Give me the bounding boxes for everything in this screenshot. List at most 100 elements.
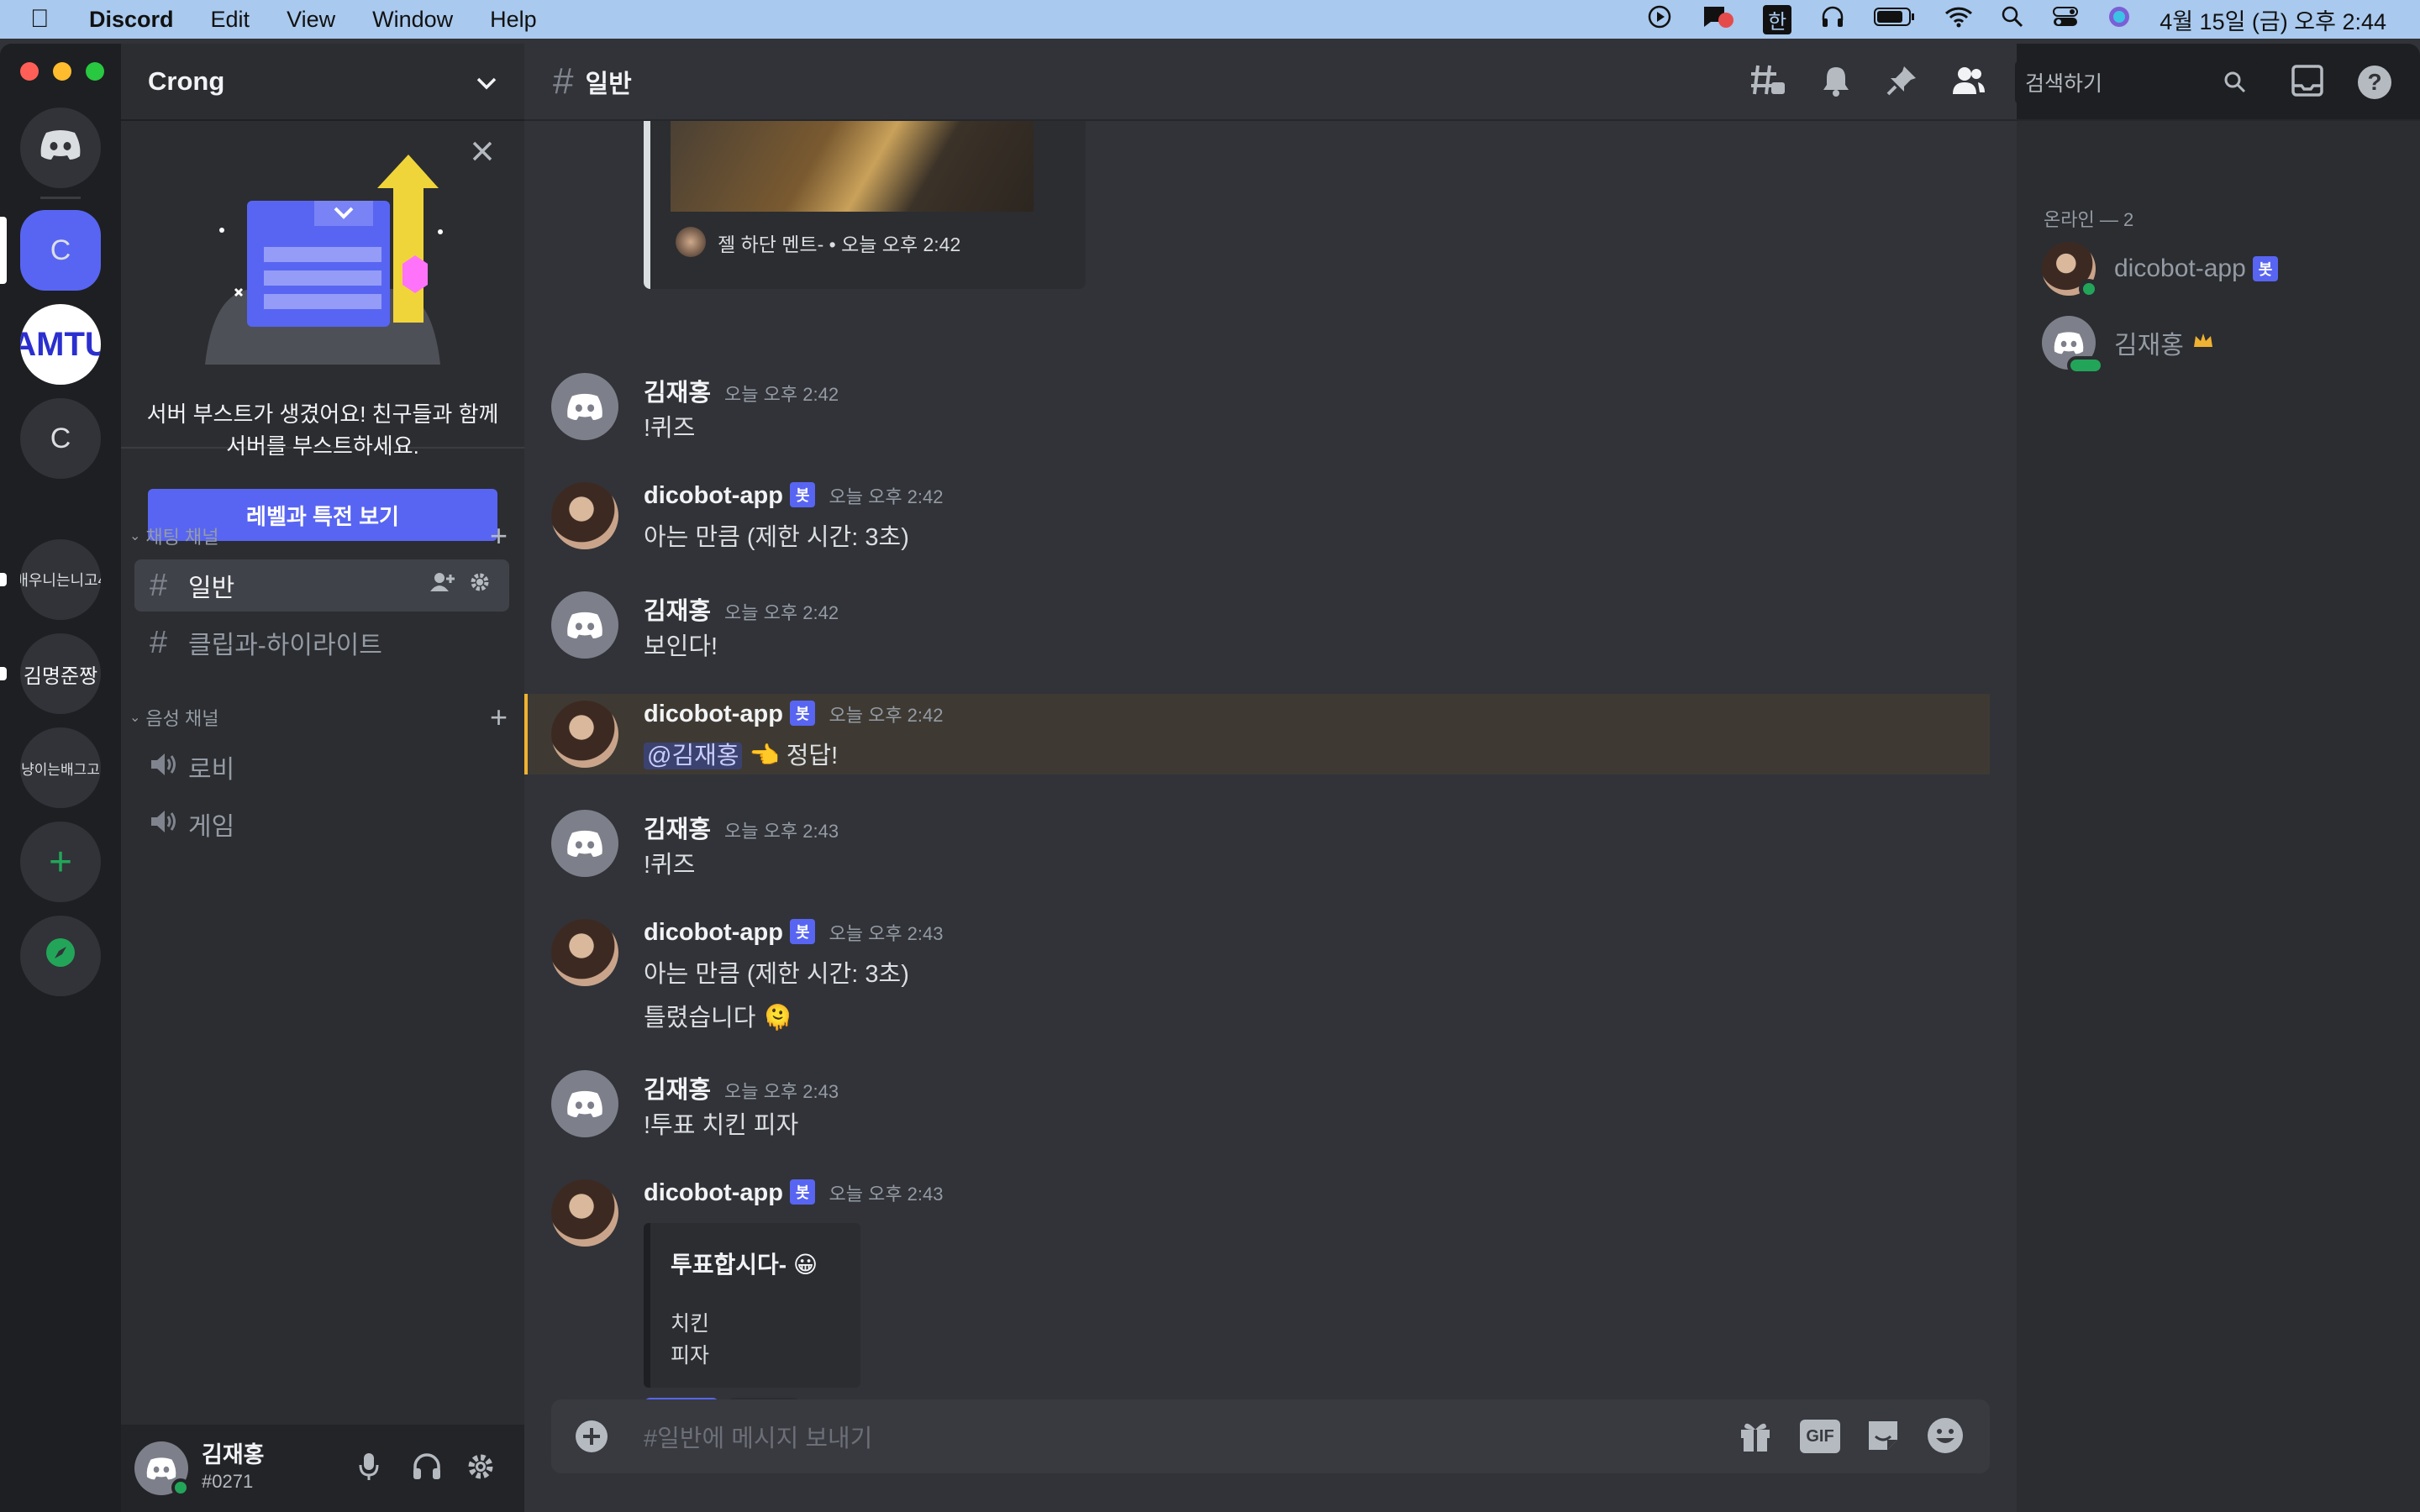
discord-window: C AMTU C 배우니는니고4 김명준짱 냥이는배그고 + Cron: [0, 44, 2420, 1512]
play-status-icon[interactable]: [1647, 4, 1672, 35]
avatar[interactable]: [551, 919, 618, 986]
server-icon-crong[interactable]: C: [20, 210, 101, 291]
channel-title: 일반: [585, 71, 632, 98]
sticker-icon[interactable]: [1865, 1418, 1901, 1457]
zoom-window-button[interactable]: [86, 62, 104, 81]
gift-icon[interactable]: [1738, 1418, 1773, 1457]
online-status-icon: [2079, 279, 2099, 299]
help-icon[interactable]: ?: [2356, 64, 2393, 105]
server-header[interactable]: Crong: [121, 44, 524, 121]
message-timestamp: 오늘 오후 2:42: [829, 705, 944, 726]
search-icon: [2223, 71, 2247, 98]
member-name: 김재홍: [2114, 332, 2184, 360]
chat-notification-icon[interactable]: [1701, 3, 1734, 36]
message-author[interactable]: 김재홍: [644, 380, 711, 407]
voice-channel-game[interactable]: 게임: [134, 798, 509, 850]
menu-clock[interactable]: 4월 15일 (금) 오후 2:44: [2160, 3, 2386, 36]
wifi-icon[interactable]: [1944, 6, 1973, 34]
poll-embed: 투표합시다- 😀 치킨 피자: [644, 1223, 860, 1388]
pin-icon[interactable]: [1886, 65, 1918, 101]
minimize-window-button[interactable]: [53, 62, 71, 81]
embed-image[interactable]: [671, 121, 1034, 212]
avatar[interactable]: [551, 482, 618, 549]
poll-option: 피자: [671, 1344, 710, 1368]
channel-header: # 일반 검색하기 ?: [524, 44, 2420, 121]
member-item[interactable]: 김재홍: [2042, 316, 2214, 375]
avatar[interactable]: [551, 1070, 618, 1137]
avatar[interactable]: [551, 701, 618, 768]
invite-user-icon[interactable]: [430, 571, 455, 600]
message-author[interactable]: dicobot-app: [644, 701, 783, 727]
server-icon-c[interactable]: C: [20, 398, 101, 479]
avatar[interactable]: [134, 1441, 190, 1497]
avatar[interactable]: [551, 373, 618, 440]
message-list: 젤 하단 멘트- • 오늘 오후 2:42 김재홍 오늘 오후 2:42 !퀴즈 …: [524, 121, 1995, 1431]
headphones-icon[interactable]: [412, 1452, 442, 1485]
embed-footer-avatar: [676, 227, 706, 257]
avatar[interactable]: [551, 810, 618, 877]
message-text: 아는 만큼 (제한 시간: 3초): [644, 524, 909, 551]
user-mention[interactable]: @김재홍: [644, 743, 743, 769]
message-input[interactable]: #일반에 메시지 보내기: [644, 1419, 872, 1454]
category-voice-channels[interactable]: ⌄ 음성 채널 +: [129, 700, 508, 734]
emoji-icon[interactable]: [1926, 1416, 1965, 1459]
inbox-icon[interactable]: [2291, 64, 2324, 102]
message-author[interactable]: 김재홍: [644, 1077, 711, 1104]
menu-view[interactable]: View: [287, 7, 335, 33]
notification-bell-icon[interactable]: [1820, 65, 1852, 101]
message-timestamp: 오늘 오후 2:43: [829, 1184, 944, 1205]
message-mention-highlight: dicobot-app 봇 오늘 오후 2:42 @김재홍 👈 정답!: [524, 694, 1990, 774]
close-window-button[interactable]: [20, 62, 39, 81]
voice-channel-lobby[interactable]: 로비: [134, 741, 509, 793]
speaker-icon: [150, 806, 188, 843]
member-list-icon[interactable]: [1951, 66, 1986, 100]
headphones-status-icon[interactable]: [1820, 5, 1845, 34]
message-timestamp: 오늘 오후 2:43: [724, 1081, 839, 1102]
microphone-icon[interactable]: [358, 1452, 380, 1486]
create-channel-plus-icon[interactable]: +: [490, 518, 508, 554]
channel-general[interactable]: # 일반: [134, 559, 509, 612]
input-source-indicator[interactable]: 한: [1763, 4, 1792, 34]
add-attachment-icon[interactable]: [575, 1420, 608, 1457]
spotlight-search-icon[interactable]: [2002, 6, 2023, 34]
user-tag: #0271: [202, 1471, 254, 1492]
bot-badge: 봇: [789, 919, 816, 944]
control-center-icon[interactable]: [2052, 5, 2079, 34]
home-button[interactable]: [20, 108, 101, 188]
hash-icon: #: [553, 60, 574, 102]
battery-icon[interactable]: [1874, 7, 1916, 33]
app-menu[interactable]: Discord: [89, 7, 174, 33]
message-author[interactable]: dicobot-app: [644, 482, 783, 509]
apple-icon[interactable]: : [30, 5, 50, 34]
gear-icon[interactable]: [469, 571, 491, 600]
server-icon-5[interactable]: 냥이는배그고: [20, 727, 101, 808]
speaker-icon: [150, 749, 188, 785]
user-settings-gear-icon[interactable]: [466, 1452, 496, 1486]
avatar[interactable]: [551, 591, 618, 659]
menu-window[interactable]: Window: [372, 7, 453, 33]
message-author[interactable]: dicobot-app: [644, 919, 783, 946]
message-timestamp: 오늘 오후 2:43: [829, 923, 944, 944]
message-author[interactable]: dicobot-app: [644, 1179, 783, 1206]
category-text-channels[interactable]: ⌄ 채팅 채널 +: [129, 518, 508, 553]
server-icon-4[interactable]: 김명준짱: [20, 633, 101, 714]
explore-servers-button[interactable]: [20, 916, 101, 996]
avatar: [2042, 316, 2104, 375]
server-icon-amtu[interactable]: AMTU: [20, 304, 101, 385]
close-icon[interactable]: [471, 139, 494, 167]
siri-icon[interactable]: [2107, 5, 2131, 34]
menu-edit[interactable]: Edit: [211, 7, 250, 33]
threads-icon[interactable]: [1749, 64, 1786, 102]
crown-icon: [2192, 328, 2214, 357]
avatar[interactable]: [551, 1179, 618, 1247]
search-input[interactable]: 검색하기: [2015, 60, 2259, 104]
gif-button[interactable]: GIF: [1800, 1420, 1840, 1453]
message-author[interactable]: 김재홍: [644, 816, 711, 843]
server-icon-3[interactable]: 배우니는니고4: [20, 539, 101, 620]
create-channel-plus-icon[interactable]: +: [490, 700, 508, 735]
channel-clips[interactable]: # 클립과-하이라이트: [134, 617, 509, 669]
add-server-button[interactable]: +: [20, 822, 101, 902]
member-item[interactable]: dicobot-app 봇: [2042, 242, 2279, 299]
message-author[interactable]: 김재홍: [644, 598, 711, 625]
menu-help[interactable]: Help: [490, 7, 537, 33]
